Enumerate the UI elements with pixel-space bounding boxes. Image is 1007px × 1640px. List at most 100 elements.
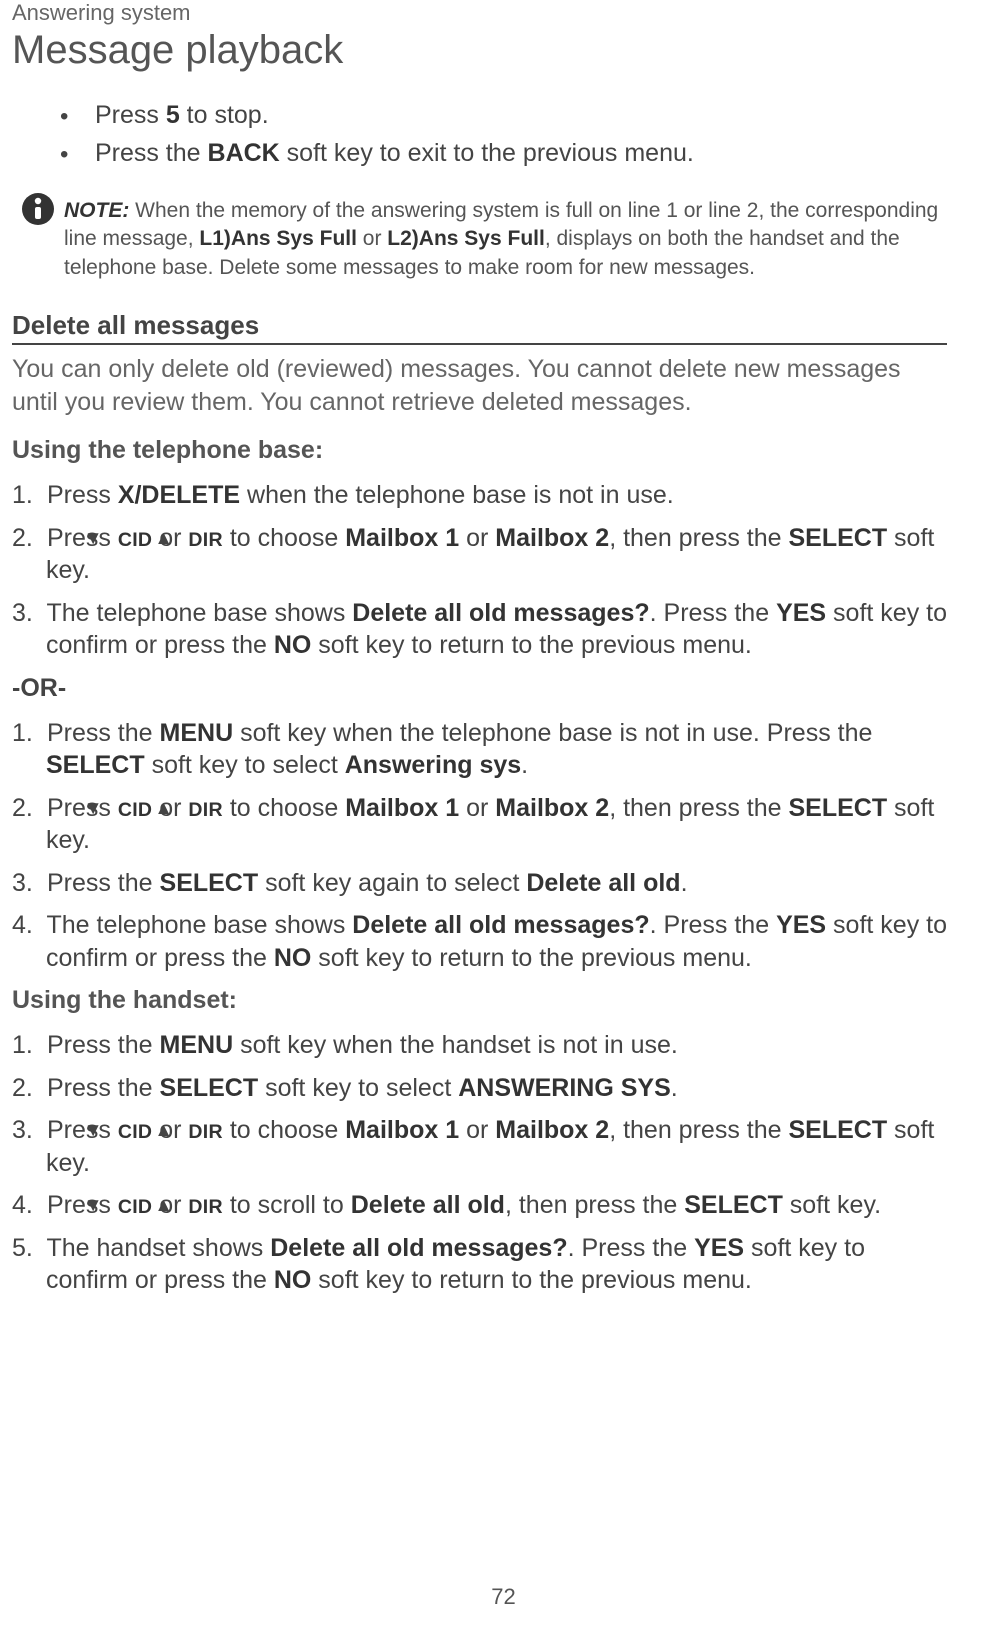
text: soft key when the telephone base is not … bbox=[233, 719, 872, 747]
page-number: 72 bbox=[0, 1584, 1007, 1610]
text: Press bbox=[47, 794, 118, 822]
text: or bbox=[459, 1116, 495, 1144]
info-icon bbox=[18, 187, 58, 223]
text: to stop. bbox=[180, 101, 269, 129]
key-label: SELECT bbox=[46, 751, 145, 779]
text: . Press the bbox=[650, 599, 776, 627]
key-label: YES bbox=[776, 911, 826, 939]
key-label: NO bbox=[274, 631, 312, 659]
text: soft key to return to the previous menu. bbox=[311, 1266, 752, 1294]
text: Press the bbox=[47, 719, 160, 747]
text: Press bbox=[47, 524, 118, 552]
key-label: CID bbox=[118, 529, 152, 551]
key-label: NO bbox=[274, 944, 312, 972]
page-title: Message playback bbox=[12, 28, 947, 73]
prompt-label: Delete all old messages? bbox=[352, 911, 649, 939]
text: Press bbox=[47, 1191, 118, 1219]
step-item: Press ▼CID or ▲DIR to choose Mailbox 1 o… bbox=[12, 1114, 947, 1179]
text: soft key to exit to the previous menu. bbox=[280, 139, 694, 167]
step-item: Press X/DELETE when the telephone base i… bbox=[12, 479, 947, 512]
key-label: CID bbox=[118, 1196, 152, 1218]
text: soft key. bbox=[783, 1191, 881, 1219]
text: . bbox=[681, 869, 688, 897]
note-block: NOTE: When the memory of the answering s… bbox=[18, 187, 947, 282]
text: . bbox=[521, 751, 528, 779]
key-label: SELECT bbox=[788, 524, 887, 552]
step-item: Press the SELECT soft key again to selec… bbox=[12, 867, 947, 900]
step-item: Press ▼CID or ▲DIR to choose Mailbox 1 o… bbox=[12, 522, 947, 587]
step-item: The telephone base shows Delete all old … bbox=[12, 597, 947, 662]
text: , then press the bbox=[609, 1116, 788, 1144]
text: to scroll to bbox=[223, 1191, 351, 1219]
key-label: NO bbox=[274, 1266, 312, 1294]
step-item: The telephone base shows Delete all old … bbox=[12, 909, 947, 974]
text: Press the bbox=[95, 139, 208, 167]
text: soft key to select bbox=[145, 751, 345, 779]
text: soft key to select bbox=[258, 1074, 458, 1102]
section-heading: Delete all messages bbox=[12, 310, 947, 345]
key-label: DIR bbox=[188, 1196, 222, 1218]
bullet-list: Press 5 to stop. Press the BACK soft key… bbox=[60, 101, 947, 169]
text: Press bbox=[95, 101, 166, 129]
key-label: MENU bbox=[160, 1031, 234, 1059]
key-label: DIR bbox=[188, 799, 222, 821]
key-label: MENU bbox=[160, 719, 234, 747]
subsection-heading: Using the telephone base: bbox=[12, 436, 947, 465]
text: The telephone base shows bbox=[47, 911, 353, 939]
prompt-label: Delete all old messages? bbox=[270, 1234, 567, 1262]
breadcrumb: Answering system bbox=[12, 0, 947, 26]
option-label: ANSWERING SYS bbox=[458, 1074, 671, 1102]
option-label: Mailbox 1 bbox=[345, 794, 459, 822]
steps-list: Press X/DELETE when the telephone base i… bbox=[12, 479, 947, 662]
text: or bbox=[357, 227, 387, 250]
text: , then press the bbox=[609, 524, 788, 552]
text: . Press the bbox=[650, 911, 776, 939]
step-item: Press the MENU soft key when the handset… bbox=[12, 1029, 947, 1062]
subsection-heading: Using the handset: bbox=[12, 986, 947, 1015]
text: Press the bbox=[47, 869, 160, 897]
text: , then press the bbox=[609, 794, 788, 822]
text: , then press the bbox=[505, 1191, 684, 1219]
key-label: CID bbox=[118, 799, 152, 821]
key-label: SELECT bbox=[160, 869, 259, 897]
text: The handset shows bbox=[47, 1234, 271, 1262]
bullet-item: Press 5 to stop. bbox=[60, 101, 947, 131]
option-label: Mailbox 2 bbox=[495, 524, 609, 552]
step-item: Press ▼CID or ▲DIR to scroll to Delete a… bbox=[12, 1189, 947, 1222]
step-item: Press the MENU soft key when the telepho… bbox=[12, 717, 947, 782]
key-label: DIR bbox=[188, 529, 222, 551]
option-label: Mailbox 1 bbox=[345, 524, 459, 552]
step-item: The handset shows Delete all old message… bbox=[12, 1232, 947, 1297]
prompt-label: Delete all old messages? bbox=[352, 599, 649, 627]
text: Press bbox=[47, 1116, 118, 1144]
text: to choose bbox=[223, 794, 345, 822]
bullet-item: Press the BACK soft key to exit to the p… bbox=[60, 139, 947, 169]
step-item: Press ▼CID or ▲DIR to choose Mailbox 1 o… bbox=[12, 792, 947, 857]
text: Press the bbox=[47, 1031, 160, 1059]
steps-list: Press the MENU soft key when the handset… bbox=[12, 1029, 947, 1297]
key-label: CID bbox=[118, 1121, 152, 1143]
code-label: L2)Ans Sys Full bbox=[387, 227, 545, 250]
note-label: NOTE: bbox=[64, 199, 129, 222]
or-separator: -OR- bbox=[12, 674, 947, 703]
key-label: X/DELETE bbox=[118, 481, 240, 509]
text: or bbox=[459, 794, 495, 822]
text: soft key to return to the previous menu. bbox=[311, 944, 752, 972]
text: . Press the bbox=[568, 1234, 694, 1262]
text: to choose bbox=[223, 1116, 345, 1144]
key-label: DIR bbox=[188, 1121, 222, 1143]
text: Press bbox=[47, 481, 118, 509]
key-label: SELECT bbox=[684, 1191, 783, 1219]
key-label: SELECT bbox=[160, 1074, 259, 1102]
text: . bbox=[671, 1074, 678, 1102]
note-text: NOTE: When the memory of the answering s… bbox=[64, 187, 947, 282]
text: to choose bbox=[223, 524, 345, 552]
option-label: Delete all old bbox=[526, 869, 680, 897]
option-label: Delete all old bbox=[351, 1191, 505, 1219]
key-label: SELECT bbox=[788, 794, 887, 822]
option-label: Mailbox 2 bbox=[495, 1116, 609, 1144]
text: or bbox=[459, 524, 495, 552]
text: when the telephone base is not in use. bbox=[240, 481, 674, 509]
key-label: BACK bbox=[208, 139, 280, 167]
text: soft key again to select bbox=[258, 869, 526, 897]
